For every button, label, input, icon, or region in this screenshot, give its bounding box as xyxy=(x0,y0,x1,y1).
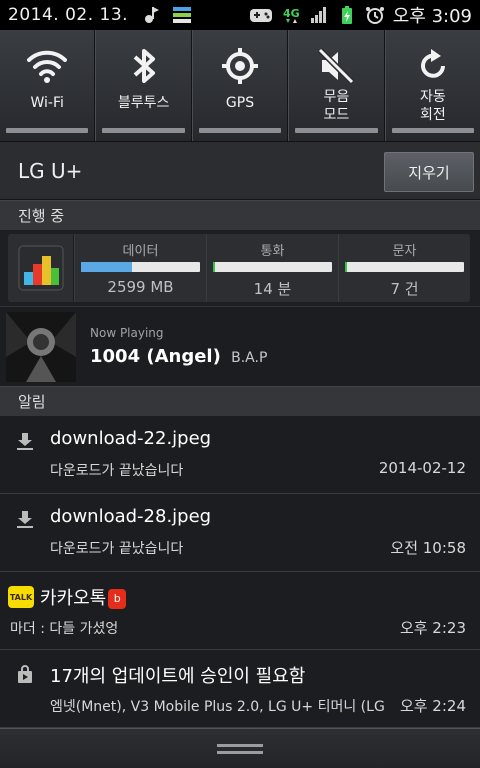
drawer-handle[interactable] xyxy=(0,728,480,768)
svg-text:4G: 4G xyxy=(283,7,300,20)
notification-subtitle: 마더 : 다들 가셨엉 xyxy=(10,621,119,637)
usage-data-label: 데이터 xyxy=(122,244,159,259)
download-icon xyxy=(17,433,33,450)
kakaotalk-icon: TALK xyxy=(8,586,34,608)
quick-toggle-label: 자동 회전 xyxy=(419,89,446,123)
battery-charging-icon xyxy=(341,6,352,24)
track-title: 1004 (Angel) xyxy=(90,346,221,367)
usage-sms-bar xyxy=(345,262,464,272)
usage-sms-value: 7 건 xyxy=(390,280,419,298)
notification-time: 오후 2:24 xyxy=(399,697,466,715)
notification-subtitle: 엠넷(Mnet), V3 Mobile Plus 2.0, LG U+ 티머니 … xyxy=(50,699,385,715)
shopping-bag-icon xyxy=(18,665,32,683)
toggle-state-bar xyxy=(102,128,185,133)
toggle-state-bar xyxy=(198,128,282,133)
mute-icon xyxy=(318,47,355,85)
section-header-alerts: 알림 xyxy=(0,386,480,416)
clear-notifications-button[interactable]: 지우기 xyxy=(384,152,474,192)
quick-settings-panel: Wi-Fi 블루투스 GPS 무음 모드 자동 회전 xyxy=(0,30,480,142)
quick-toggle-bluetooth[interactable]: 블루투스 xyxy=(95,30,192,141)
usage-sms-label: 문자 xyxy=(392,244,417,259)
notification-subtitle: 다운로드가 끝났습니다 xyxy=(50,463,184,479)
usage-data-value: 2599 MB xyxy=(107,278,174,296)
download-icon xyxy=(17,511,33,528)
notification-title: 카카오톡 xyxy=(40,588,107,609)
usage-call: 통화 14 분 xyxy=(206,234,338,302)
bluetooth-icon xyxy=(133,49,155,83)
notification-title: 17개의 업데이트에 승인이 필요함 xyxy=(50,666,306,687)
task-icon xyxy=(173,7,192,23)
status-time: 오후 3:09 xyxy=(392,6,472,27)
gps-icon xyxy=(222,48,259,84)
usage-call-value: 14 분 xyxy=(253,280,292,298)
status-date: 2014. 02. 13. xyxy=(8,5,129,25)
quick-toggle-label: 무음 모드 xyxy=(323,89,350,123)
notification-title: download-22.jpeg xyxy=(50,428,212,449)
notification-kakaotalk[interactable]: TALK 카카오톡 b 마더 : 다들 가셨엉 오후 2:23 xyxy=(0,572,480,650)
usage-data: 데이터 2599 MB xyxy=(74,234,206,302)
toggle-state-bar xyxy=(391,128,475,133)
now-playing-label: Now Playing xyxy=(90,326,164,340)
usage-app-icon xyxy=(18,245,63,291)
drag-handle-icon xyxy=(217,743,263,754)
notification-download-2[interactable]: download-28.jpeg 다운로드가 끝났습니다 오전 10:58 xyxy=(0,494,480,572)
quick-toggle-label: Wi-Fi xyxy=(30,95,64,111)
notification-title: download-28.jpeg xyxy=(50,506,212,527)
quick-toggle-label: 블루투스 xyxy=(117,95,170,111)
quick-toggle-auto-rotate[interactable]: 자동 회전 xyxy=(384,30,480,141)
track-artist: B.A.P xyxy=(231,350,268,366)
usage-call-label: 통화 xyxy=(260,244,285,259)
now-playing-notification[interactable]: Now Playing 1004 (Angel) B.A.P xyxy=(0,306,480,386)
usage-data-bar xyxy=(81,262,200,272)
usage-sms: 문자 7 건 xyxy=(338,234,470,302)
alarm-icon xyxy=(365,7,384,24)
notification-updates[interactable]: 17개의 업데이트에 승인이 필요함 엠넷(Mnet), V3 Mobile P… xyxy=(0,650,480,728)
carrier-row: LG U+ 지우기 xyxy=(0,142,480,200)
album-art xyxy=(6,311,76,382)
signal-icon xyxy=(310,7,326,23)
status-bar: 2014. 02. 13. 4G 오후 3:09 xyxy=(0,0,480,30)
4g-icon: 4G xyxy=(283,7,300,23)
unread-badge: b xyxy=(108,589,127,609)
notification-time: 2014-02-12 xyxy=(378,459,466,477)
quick-toggle-silent-mode[interactable]: 무음 모드 xyxy=(288,30,385,141)
gamepad-icon xyxy=(249,9,272,22)
quick-toggle-wifi[interactable]: Wi-Fi xyxy=(0,30,96,141)
notification-time: 오후 2:23 xyxy=(399,619,466,637)
toggle-state-bar xyxy=(295,128,378,133)
wifi-icon xyxy=(27,50,68,83)
section-header-ongoing: 진행 중 xyxy=(0,200,480,230)
quick-toggle-gps[interactable]: GPS xyxy=(191,30,289,141)
music-icon xyxy=(145,7,160,23)
notification-download-1[interactable]: download-22.jpeg 다운로드가 끝났습니다 2014-02-12 xyxy=(0,416,480,494)
toggle-state-bar xyxy=(6,128,89,133)
rotate-icon xyxy=(420,49,445,78)
usage-call-bar xyxy=(213,262,332,272)
quick-toggle-label: GPS xyxy=(225,95,255,111)
carrier-name: LG U+ xyxy=(18,158,83,183)
notification-time: 오전 10:58 xyxy=(390,539,466,557)
usage-widget[interactable]: 데이터 2599 MB 통화 14 분 문자 7 건 xyxy=(0,230,480,306)
notification-subtitle: 다운로드가 끝났습니다 xyxy=(50,541,184,557)
